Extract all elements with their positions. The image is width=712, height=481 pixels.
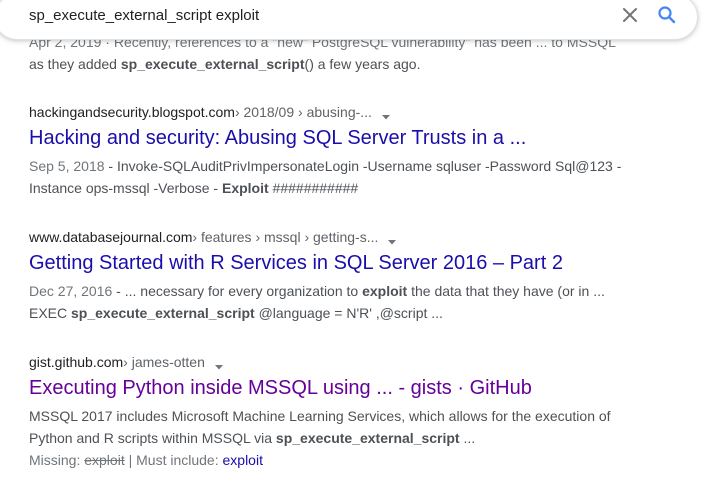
result-title-link[interactable]: Getting Started with R Services in SQL S… [29,250,689,276]
search-button[interactable] [655,3,679,27]
snippet-text: ########### [268,180,359,196]
missing-label: Missing: [29,452,85,468]
result-url: www.databasejournal.com › features › mss… [29,227,689,247]
snippet-highlight: exploit [362,283,408,299]
result-title-link[interactable]: Hacking and security: Abusing SQL Server… [29,125,689,151]
search-result: www.databasejournal.com › features › mss… [29,227,689,324]
must-include-label: | Must include: [124,452,223,468]
result-snippet: MSSQL 2017 includes Microsoft Machine Le… [29,405,689,449]
must-include-link[interactable]: exploit [223,452,263,468]
caret-down-icon [388,240,397,245]
result-menu-button[interactable] [214,357,224,370]
result-title-link[interactable]: Executing Python inside MSSQL using ... … [29,375,689,401]
snippet-text: as they added [29,56,121,72]
snippet-text: MSSQL 2017 includes Microsoft Machine Le… [29,408,611,424]
result-url: gist.github.com › james-otten [29,352,689,372]
search-results-page: Apr 2, 2019 · Recently, references to a … [0,0,712,481]
snippet-text: the data that they have (or in ... [407,283,605,299]
close-icon [623,8,637,22]
search-input[interactable] [29,2,589,28]
previous-result-snippet: as they added sp_execute_external_script… [29,53,420,75]
snippet-text: EXEC [29,305,72,321]
clear-search-button[interactable] [618,3,642,27]
result-date: Dec 27, 2016 [29,283,113,299]
result-snippet: Dec 27, 2016 - ... necessary for every o… [29,280,689,324]
result-domain: www.databasejournal.com [29,229,193,245]
caret-down-icon [381,115,390,120]
snippet-highlight: sp_execute_external_script [71,305,255,321]
snippet-text: @language = N'R' ,@script ... [254,305,443,321]
search-result: hackingandsecurity.blogspot.com › 2018/0… [29,102,689,199]
search-icon [658,6,676,24]
result-path: › james-otten [123,354,205,370]
snippet-text: Python and R scripts within MSSQL via [29,430,276,446]
result-menu-button[interactable] [381,107,391,120]
snippet-text: Instance ops-mssql -Verbose - [29,180,222,196]
snippet-text: - ... necessary for every organization t… [112,283,363,299]
result-url: hackingandsecurity.blogspot.com › 2018/0… [29,102,689,122]
snippet-highlight: sp_execute_external_script [120,56,305,72]
result-snippet: Sep 5, 2018 - Invoke-SQLAuditPrivImperso… [29,155,689,199]
search-result: gist.github.com › james-otten Executing … [29,352,689,471]
snippet-text: - Invoke-SQLAuditPrivImpersonateLogin -U… [104,158,622,174]
search-bar [0,0,698,40]
result-path: › features › mssql › getting-s... [192,229,379,245]
result-path: › 2018/09 › abusing-... [234,104,372,120]
snippet-text: ... [459,430,476,446]
missing-terms-line: Missing: exploit | Must include: exploit [29,449,689,471]
missing-term: exploit [84,452,125,468]
result-menu-button[interactable] [387,232,397,245]
result-domain: hackingandsecurity.blogspot.com [29,104,235,120]
snippet-highlight: sp_execute_external_script [275,430,460,446]
result-date: Sep 5, 2018 [29,158,105,174]
snippet-highlight: Exploit [221,180,269,196]
caret-down-icon [214,365,223,370]
snippet-text: () a few years ago. [304,56,421,72]
result-domain: gist.github.com [29,354,124,370]
